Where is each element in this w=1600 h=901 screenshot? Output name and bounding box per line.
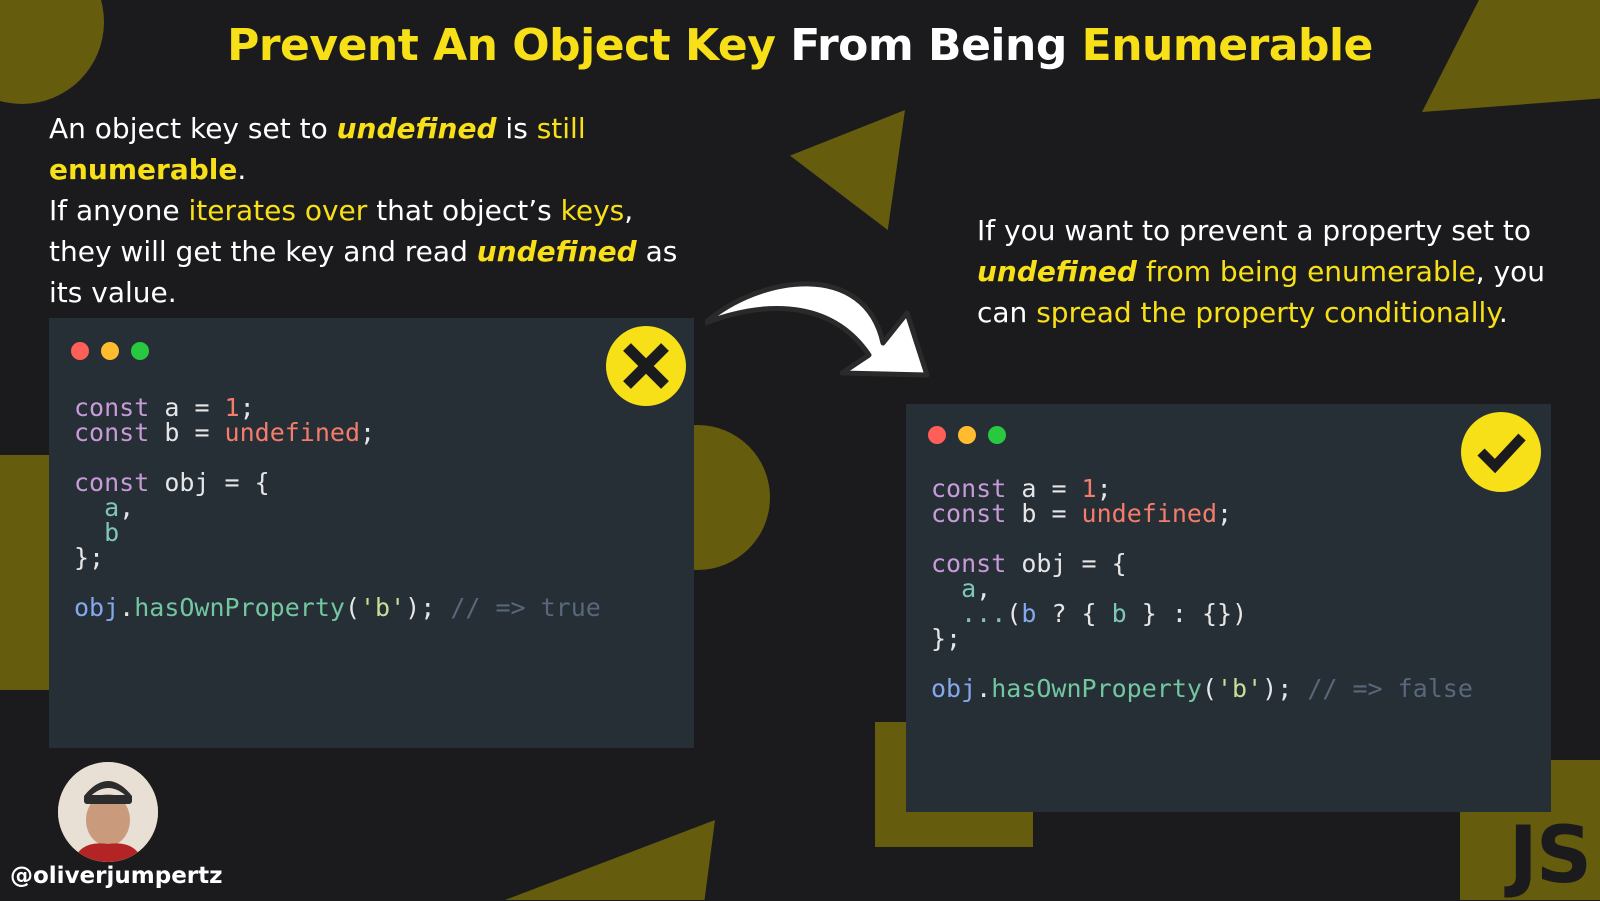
wrong-icon xyxy=(606,326,686,406)
js-logo: JS xyxy=(1460,812,1600,900)
window-dot-green xyxy=(131,342,149,360)
window-dot-yellow xyxy=(101,342,119,360)
window-dot-yellow xyxy=(958,426,976,444)
code-window-incorrect: const a = 1; const b = undefined; const o… xyxy=(49,318,694,748)
code-line: const obj = { xyxy=(931,549,1127,578)
code-block: const a = 1; const b = undefined; const o… xyxy=(931,472,1473,703)
avatar xyxy=(58,762,158,862)
code-line: }; xyxy=(74,543,105,572)
code-line: obj.hasOwnProperty('b'); // => true xyxy=(74,593,601,622)
code-line: obj.hasOwnProperty('b'); // => false xyxy=(931,674,1473,703)
curved-arrow-icon xyxy=(705,281,930,378)
intro-text: An object key set to undefined is still … xyxy=(49,112,678,309)
person-icon xyxy=(58,762,158,862)
window-dot-green xyxy=(988,426,1006,444)
code-line: b xyxy=(104,518,120,547)
author-handle: @oliverjumpertz xyxy=(10,863,223,889)
page-title: Prevent An Object Key From Being Enumera… xyxy=(227,20,1373,71)
window-dot-red xyxy=(928,426,946,444)
code-line: const b = undefined; xyxy=(931,499,1233,528)
decorative-triangle xyxy=(505,820,715,900)
code-line: ...(b ? { b } : {}) xyxy=(961,599,1248,628)
code-window-correct: const a = 1; const b = undefined; const o… xyxy=(906,404,1551,812)
code-line: const obj = { xyxy=(74,468,270,497)
code-line: const b = undefined; xyxy=(74,418,376,447)
code-line: const a = 1; xyxy=(74,393,255,422)
check-icon xyxy=(1461,412,1541,492)
window-dot-red xyxy=(71,342,89,360)
code-block: const a = 1; const b = undefined; const o… xyxy=(74,390,601,622)
solution-text: If you want to prevent a property set to… xyxy=(977,214,1546,329)
decorative-triangle xyxy=(790,110,905,230)
code-line: const a = 1; xyxy=(931,474,1112,503)
decorative-rectangle xyxy=(0,455,55,690)
